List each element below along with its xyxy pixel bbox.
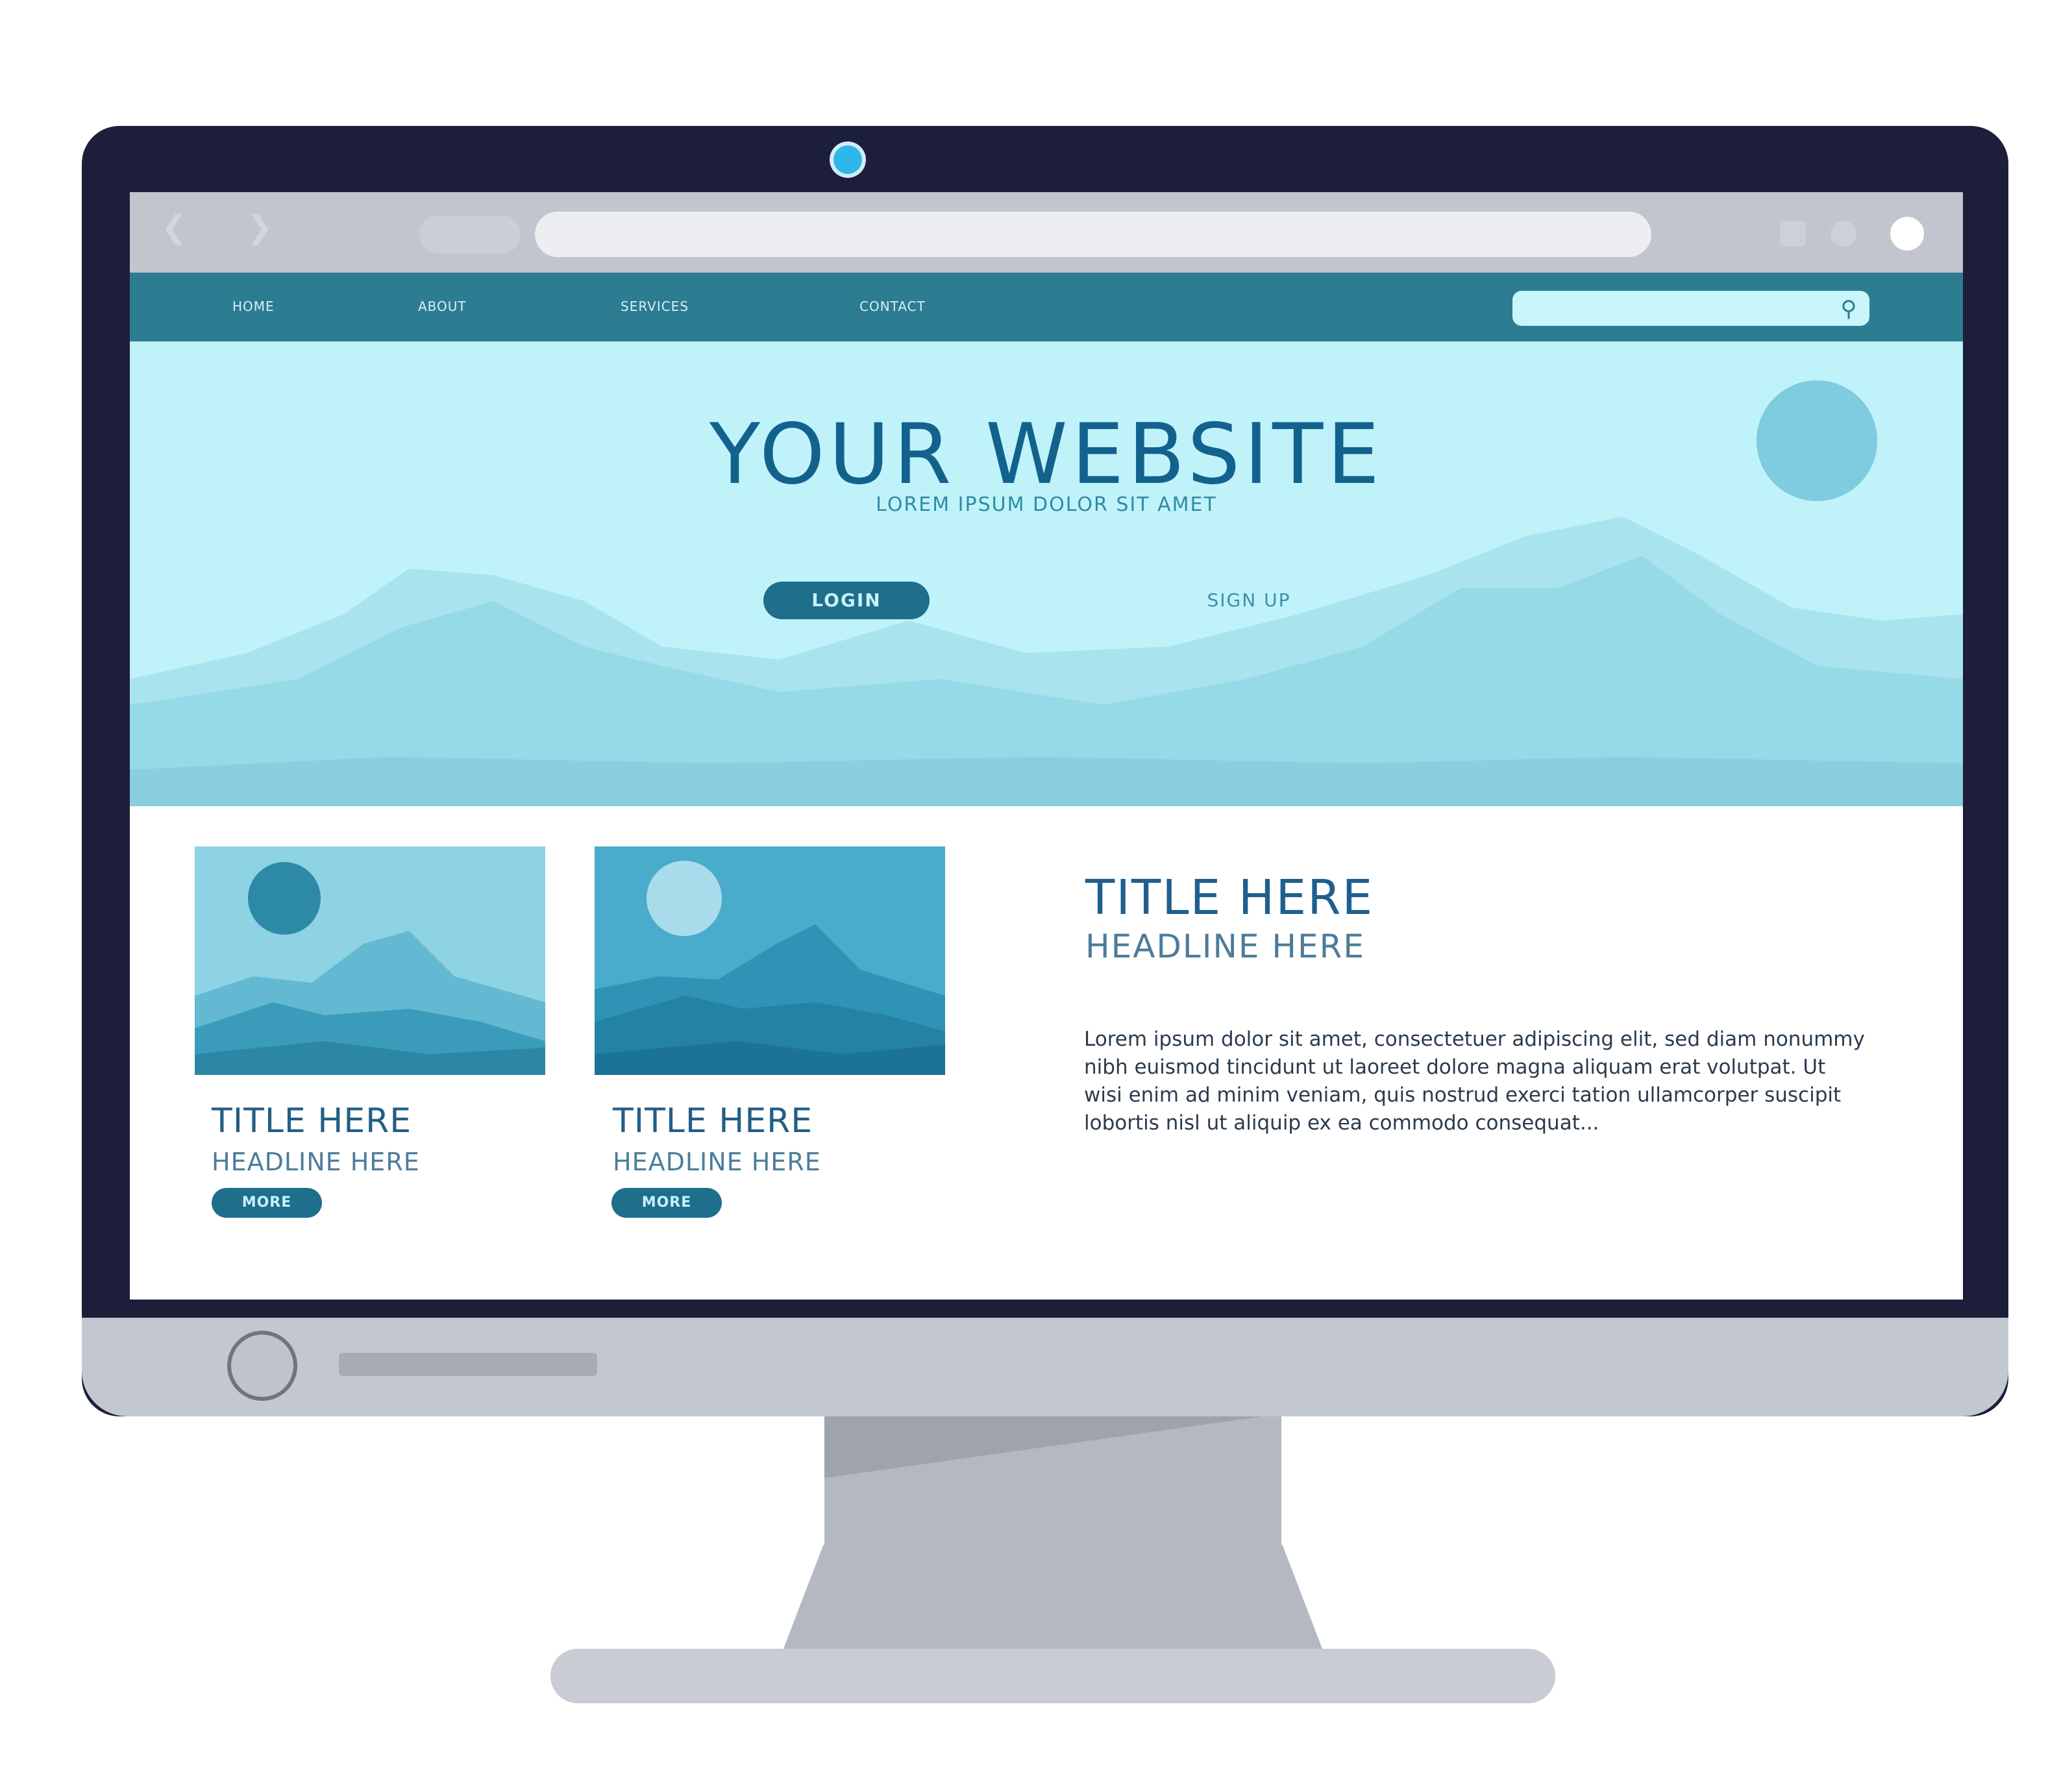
landscape-image-icon (595, 846, 945, 1075)
signup-link[interactable]: SIGN UP (1152, 584, 1346, 617)
nav-link-services[interactable]: SERVICES (621, 295, 689, 318)
monitor-screen: ❮ ❯ HOME ABOUT SERVICES CONTACT ⚲ YOUR W… (130, 192, 1963, 1300)
card-1-heading: HEADLINE HERE (212, 1148, 420, 1176)
profile-icon[interactable] (1890, 217, 1924, 251)
monitor-stand-base (550, 1649, 1555, 1703)
search-input[interactable] (1512, 291, 1869, 326)
article-title: TITLE HERE (1085, 870, 1374, 926)
power-button[interactable] (227, 1331, 297, 1401)
landscape-image-icon (195, 846, 545, 1075)
card-2-image[interactable] (595, 846, 945, 1075)
hero-subtitle: LOREM IPSUM DOLOR SIT AMET (876, 493, 1217, 516)
nav-link-home[interactable]: HOME (232, 295, 275, 318)
bookmark-icon[interactable] (1780, 221, 1806, 247)
card-2-title: TITLE HERE (613, 1102, 813, 1141)
card-1-image[interactable] (195, 846, 545, 1075)
hero-title: YOUR WEBSITE (709, 406, 1384, 503)
nav-link-about[interactable]: ABOUT (418, 295, 467, 318)
card-1-title: TITLE HERE (212, 1102, 412, 1141)
monitor-slot (339, 1353, 597, 1376)
nav-link-contact[interactable]: CONTACT (859, 295, 926, 318)
login-button[interactable]: LOGIN (763, 582, 930, 619)
webcam-icon (833, 145, 862, 174)
card-2-heading: HEADLINE HERE (613, 1148, 821, 1176)
address-bar[interactable] (535, 212, 1651, 257)
browser-tab[interactable] (419, 216, 521, 253)
chevron-right-icon[interactable]: ❯ (247, 212, 273, 243)
extension-icon[interactable] (1831, 221, 1856, 247)
card-2-more-button[interactable]: MORE (611, 1188, 722, 1218)
article-heading: HEADLINE HERE (1085, 928, 1365, 965)
chevron-left-icon[interactable]: ❮ (161, 212, 187, 243)
article-body: Lorem ipsum dolor sit amet, consectetuer… (1084, 1028, 1865, 1135)
card-1-more-button[interactable]: MORE (212, 1188, 322, 1218)
search-icon[interactable]: ⚲ (1836, 296, 1862, 322)
